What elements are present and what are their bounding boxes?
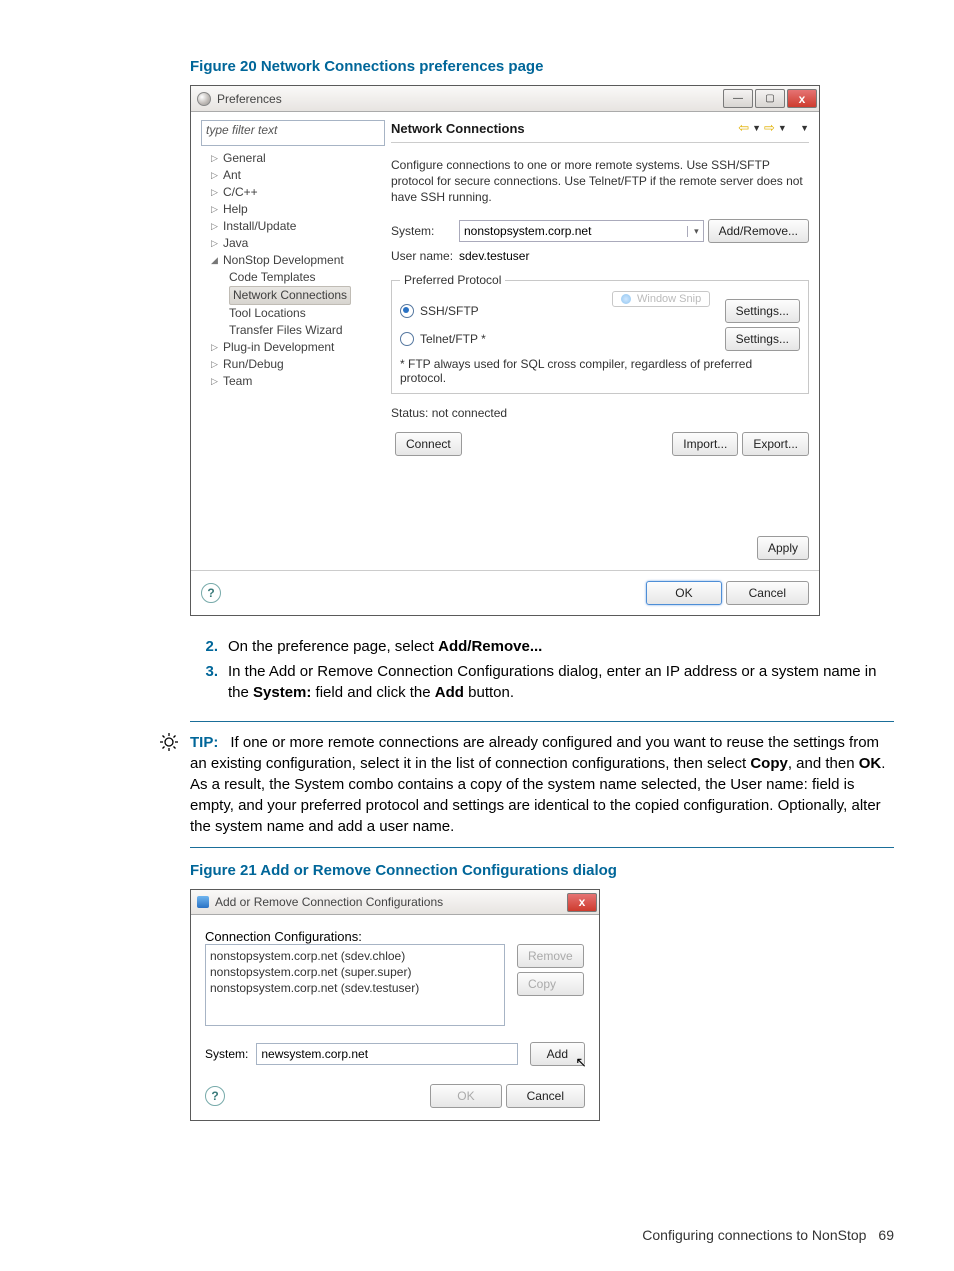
minimize-button[interactable]: — — [723, 89, 753, 108]
tree-run-debug[interactable]: Run/Debug — [223, 356, 284, 373]
tree-general[interactable]: General — [223, 150, 266, 167]
system-combo[interactable]: nonstopsystem.corp.net ▾ — [459, 220, 704, 242]
telnet-label: Telnet/FTP * — [420, 332, 486, 346]
username-label: User name: — [391, 249, 459, 263]
tree-help[interactable]: Help — [223, 201, 248, 218]
tree-nonstop[interactable]: NonStop Development — [223, 252, 344, 269]
cancel-button[interactable]: Cancel — [506, 1084, 585, 1108]
system-label: System: — [391, 224, 459, 238]
title-bar: Preferences — ▢ x — [191, 86, 819, 112]
ok-button[interactable]: OK — [430, 1084, 501, 1108]
chevron-down-icon[interactable]: ▾ — [687, 226, 699, 237]
config-listbox[interactable]: nonstopsystem.corp.net (sdev.chloe) nons… — [205, 944, 505, 1026]
system-input[interactable]: newsystem.corp.net — [256, 1043, 517, 1065]
figure21-caption: Figure 21 Add or Remove Connection Confi… — [190, 862, 894, 879]
copy-button[interactable]: Copy — [517, 972, 584, 996]
tree-plugin-dev[interactable]: Plug-in Development — [223, 339, 334, 356]
preferred-protocol-group: Preferred Protocol SSH/SFTP Window Snip … — [391, 273, 809, 394]
ssh-radio[interactable] — [400, 304, 414, 318]
cursor-icon: ↖ — [575, 1054, 587, 1071]
window-snip-overlay: Window Snip — [612, 291, 710, 307]
list-item[interactable]: nonstopsystem.corp.net (super.super) — [210, 964, 500, 980]
preferences-window: Preferences — ▢ x type filter text ▷Gene… — [190, 85, 820, 616]
step-3-text: In the Add or Remove Connection Configur… — [228, 661, 894, 703]
cancel-button[interactable]: Cancel — [726, 581, 809, 605]
step-number: 2. — [190, 636, 218, 657]
tree-code-templates[interactable]: Code Templates — [229, 269, 316, 286]
apply-button[interactable]: Apply — [757, 536, 809, 560]
tree-tool-locations[interactable]: Tool Locations — [229, 305, 306, 322]
steps-list: 2. On the preference page, select Add/Re… — [190, 636, 894, 703]
section-description: Configure connections to one or more rem… — [391, 157, 809, 205]
import-button[interactable]: Import... — [672, 432, 738, 456]
tip-text: TIP:If one or more remote connections ar… — [190, 732, 894, 837]
section-title: Network Connections — [391, 121, 525, 136]
figure20-caption: Figure 20 Network Connections preference… — [190, 58, 894, 75]
dialog-icon — [197, 896, 209, 908]
dialog-title: Add or Remove Connection Configurations — [215, 895, 443, 909]
config-list-label: Connection Configurations: — [205, 929, 585, 944]
list-item[interactable]: nonstopsystem.corp.net (sdev.chloe) — [210, 948, 500, 964]
tree-install[interactable]: Install/Update — [223, 218, 296, 235]
tip-block: TIP:If one or more remote connections ar… — [190, 721, 894, 848]
telnet-settings-button[interactable]: Settings... — [725, 327, 800, 351]
tip-icon — [154, 732, 184, 837]
export-button[interactable]: Export... — [742, 432, 809, 456]
tree-network-connections[interactable]: Network Connections — [229, 286, 351, 305]
step-2-text: On the preference page, select Add/Remov… — [228, 636, 542, 657]
username-value: sdev.testuser — [459, 249, 529, 263]
filter-input[interactable]: type filter text — [201, 120, 385, 146]
connect-button[interactable]: Connect — [395, 432, 462, 456]
help-icon[interactable]: ? — [201, 583, 221, 603]
page-footer: Configuring connections to NonStop69 — [642, 1227, 894, 1243]
preferred-protocol-legend: Preferred Protocol — [400, 273, 505, 287]
ftp-note: * FTP always used for SQL cross compiler… — [400, 357, 800, 385]
help-icon[interactable]: ? — [205, 1086, 225, 1106]
add-remove-dialog: Add or Remove Connection Configurations … — [190, 889, 600, 1121]
snip-icon — [621, 294, 631, 304]
ok-button[interactable]: OK — [646, 581, 721, 605]
step-number: 3. — [190, 661, 218, 703]
remove-button[interactable]: Remove — [517, 944, 584, 968]
system-value: nonstopsystem.corp.net — [464, 224, 591, 238]
tree-java[interactable]: Java — [223, 235, 248, 252]
tree-ccpp[interactable]: C/C++ — [223, 184, 258, 201]
tree-transfer-files-wizard[interactable]: Transfer Files Wizard — [229, 322, 343, 339]
app-icon — [197, 92, 211, 106]
ssh-label: SSH/SFTP — [420, 304, 479, 318]
maximize-button[interactable]: ▢ — [755, 89, 785, 108]
status-text: Status: not connected — [391, 406, 809, 420]
window-title: Preferences — [217, 92, 282, 106]
close-button[interactable]: x — [787, 89, 817, 108]
list-item[interactable]: nonstopsystem.corp.net (sdev.testuser) — [210, 980, 500, 996]
nav-icons[interactable]: ⇦ ▼ ⇨ ▼ ▼ — [738, 120, 809, 136]
tree-ant[interactable]: Ant — [223, 167, 241, 184]
system-label: System: — [205, 1047, 248, 1061]
add-remove-button[interactable]: Add/Remove... — [708, 219, 809, 243]
close-button[interactable]: x — [567, 893, 597, 912]
tree-team[interactable]: Team — [223, 373, 252, 390]
preferences-tree[interactable]: ▷General ▷Ant ▷C/C++ ▷Help ▷Install/Upda… — [201, 150, 385, 390]
ssh-settings-button[interactable]: Settings... — [725, 299, 800, 323]
telnet-radio[interactable] — [400, 332, 414, 346]
